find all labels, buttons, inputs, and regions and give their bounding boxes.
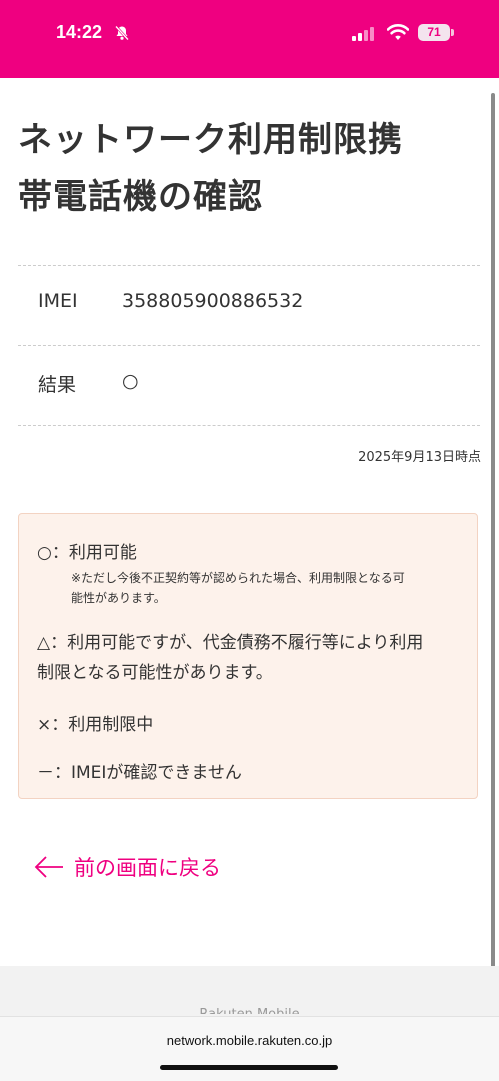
footer-peek-text: Rakuten Mobile — [0, 1000, 499, 1014]
legend-note-line1: ※ただし今後不正契約等が認められた場合、利用制限となる可 — [71, 571, 405, 585]
legend-text-available: ：利用可能 — [51, 543, 137, 563]
imei-label: IMEI — [38, 290, 78, 312]
table-row-result: 結果 ○ — [18, 345, 480, 426]
home-indicator[interactable] — [160, 1065, 338, 1070]
legend-box: ○：利用可能 ※ただし今後不正契約等が認められた場合、利用制限となる可 能性があ… — [18, 513, 478, 799]
legend-text-conditional-line1: ：利用可能ですが、代金債務不履行等により利用 — [50, 633, 424, 653]
result-table: IMEI 358805900886532 結果 ○ — [18, 265, 480, 426]
battery-cap — [451, 29, 454, 36]
legend-item-available: ○：利用可能 — [37, 538, 467, 563]
legend-symbol-dash: － — [37, 763, 54, 783]
legend-item-conditional: △：利用可能ですが、代金債務不履行等により利用 制限となる可能性があります。 — [37, 628, 477, 688]
status-bar: 14:22 71 — [0, 0, 499, 78]
url-text[interactable]: network.mobile.rakuten.co.jp — [0, 1033, 499, 1048]
legend-symbol-circle: ○ — [37, 543, 52, 563]
result-value: ○ — [122, 370, 139, 392]
legend-symbol-cross: × — [37, 715, 52, 735]
legend-text-unknown: ：IMEIが確認できません — [54, 763, 242, 783]
legend-note-line2: 能性があります。 — [71, 591, 166, 605]
battery-indicator: 71 — [418, 24, 450, 41]
legend-item-restricted: ×：利用制限中 — [37, 710, 467, 735]
as-of-date: 2025年9月13日時点 — [358, 450, 481, 465]
legend-symbol-triangle: △ — [37, 633, 51, 653]
page-title: ネットワーク利用制限携 帯電話機の確認 — [18, 112, 478, 226]
signal-icon — [352, 27, 374, 41]
arrow-left-icon — [34, 856, 63, 878]
legend-text-restricted: ：利用制限中 — [51, 715, 154, 735]
result-label: 結果 — [38, 374, 77, 396]
legend-text-conditional-line2: 制限となる可能性があります。 — [37, 663, 273, 683]
page-title-line1: ネットワーク利用制限携 — [18, 120, 403, 160]
bell-slash-icon — [115, 25, 129, 41]
browser-url-bar[interactable]: network.mobile.rakuten.co.jp — [0, 1016, 499, 1081]
table-row-imei: IMEI 358805900886532 — [18, 265, 480, 345]
legend-note: ※ただし今後不正契約等が認められた場合、利用制限となる可 能性があります。 — [71, 568, 466, 608]
back-link[interactable]: 前の画面に戻る — [34, 850, 221, 884]
scrollbar[interactable] — [491, 93, 495, 971]
legend-item-unknown: －：IMEIが確認できません — [37, 758, 467, 783]
imei-value: 358805900886532 — [122, 290, 304, 312]
status-time: 14:22 — [56, 22, 103, 42]
page-title-line2: 帯電話機の確認 — [18, 177, 263, 217]
wifi-icon — [387, 24, 409, 40]
back-link-label: 前の画面に戻る — [74, 856, 221, 880]
